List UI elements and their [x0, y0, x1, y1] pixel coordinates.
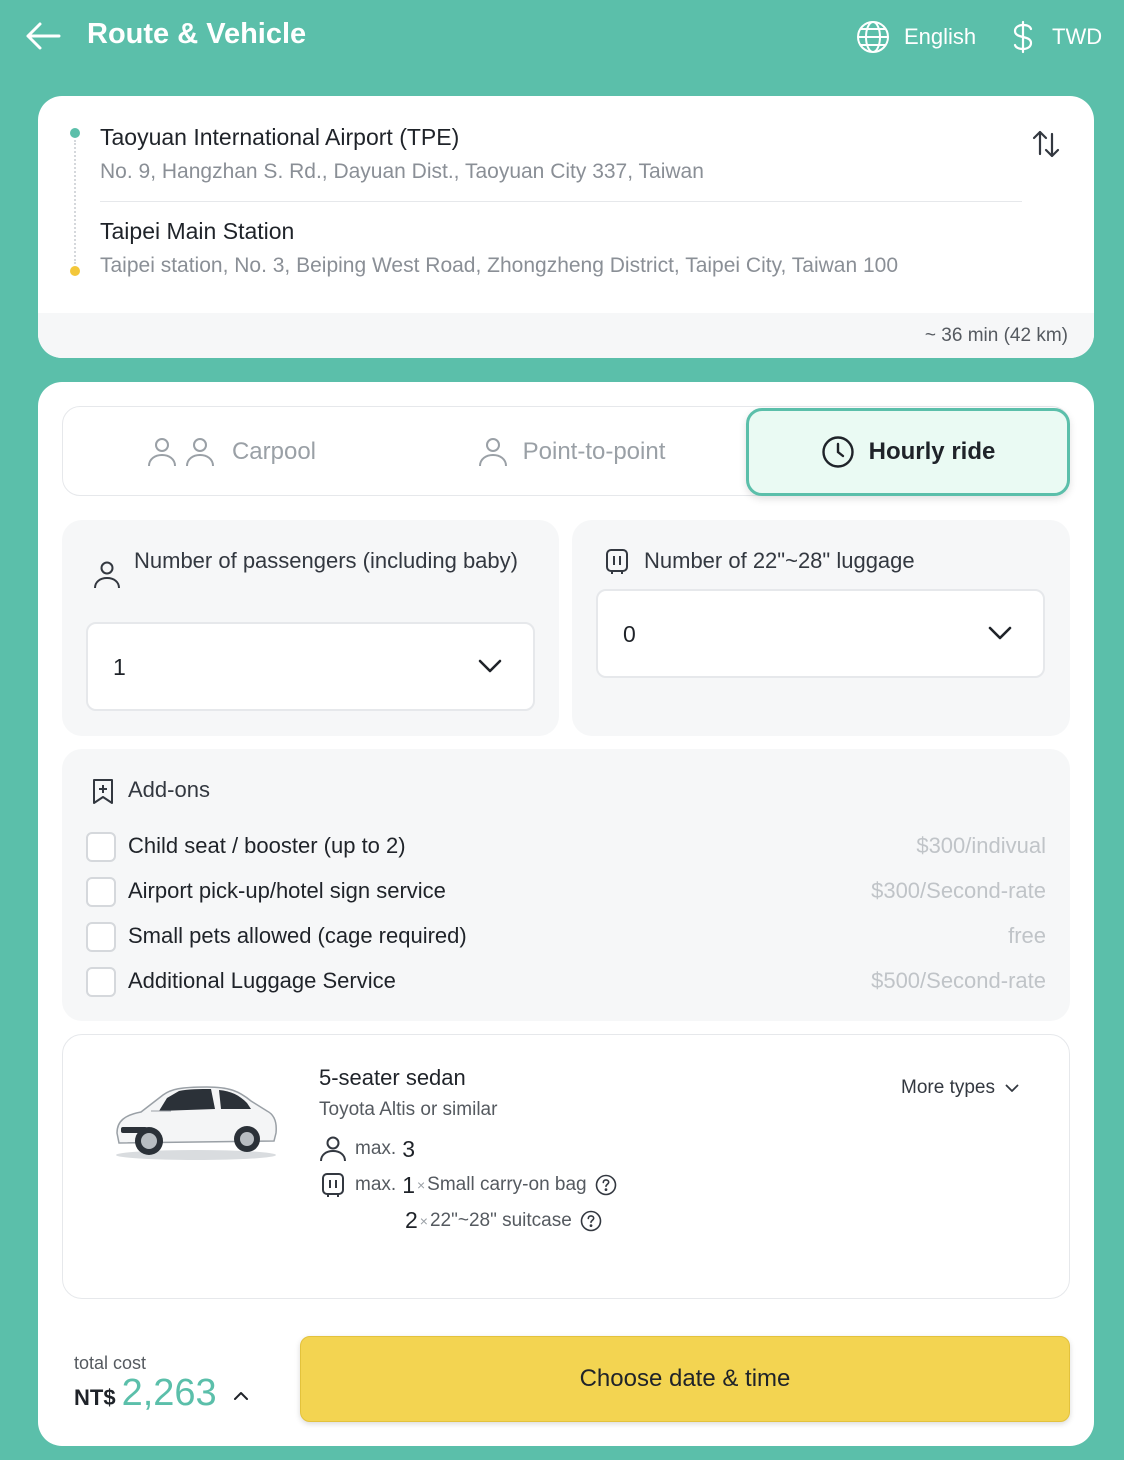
luggage-type: 22"~28" suitcase — [429, 1209, 572, 1231]
destination-dot — [70, 266, 80, 276]
addon-checkbox[interactable] — [86, 877, 116, 907]
dollar-icon — [1013, 20, 1033, 54]
max-passengers-row: max. 3 — [319, 1135, 417, 1163]
max-label: max. — [355, 1138, 397, 1159]
luggage-panel: Number of 22"~28" luggage 0 — [572, 520, 1070, 736]
person-icon — [320, 1136, 346, 1162]
tab-carpool[interactable]: Carpool — [63, 407, 399, 497]
addon-label: Child seat / booster (up to 2) — [128, 833, 406, 858]
luggage-select[interactable]: 0 — [596, 589, 1045, 678]
total-cost-label: total cost — [74, 1353, 147, 1373]
destination-address[interactable]: Taipei station, No. 3, Beiping West Road… — [100, 254, 898, 278]
chevron-up-icon[interactable] — [233, 1391, 249, 1401]
addon-child-seat[interactable]: Child seat / booster (up to 2) $300/indi… — [86, 827, 1046, 867]
more-types-label: More types — [901, 1077, 995, 1098]
addon-label: Small pets allowed (cage required) — [128, 923, 467, 948]
origin-name[interactable]: Taoyuan International Airport (TPE) — [100, 124, 459, 151]
vehicle-name: 5-seater sedan — [319, 1065, 466, 1090]
tab-point-to-point[interactable]: Point-to-point — [403, 407, 739, 497]
globe-icon — [857, 21, 889, 53]
sedan-car-image — [116, 1086, 277, 1160]
route-connector — [74, 140, 76, 264]
chevron-down-icon — [988, 626, 1012, 640]
suitcase-icon — [322, 1173, 344, 1197]
luggage-count: 1 — [402, 1171, 415, 1198]
luggage-count: 2 — [405, 1207, 418, 1233]
max-passengers: 3 — [402, 1135, 415, 1162]
luggage-type: Small carry-on bag — [427, 1174, 587, 1195]
route-divider — [100, 201, 1022, 202]
addon-price: $300/Second-rate — [871, 878, 1046, 903]
chevron-down-icon — [1005, 1084, 1019, 1092]
addon-luggage-service[interactable]: Additional Luggage Service $500/Second-r… — [86, 962, 1046, 1002]
swap-icon[interactable] — [1030, 128, 1062, 160]
language-selector[interactable]: English — [856, 20, 976, 54]
max-label: max. — [355, 1174, 397, 1195]
addon-price: $300/indivual — [916, 833, 1046, 858]
addon-checkbox[interactable] — [86, 832, 116, 862]
booking-card: Carpool Point-to-point Hourly ride Numbe… — [38, 382, 1094, 1446]
language-label: English — [904, 24, 977, 49]
tab-hourly-ride-label: Hourly ride — [868, 438, 996, 465]
max-luggage-row: max. 1 × Small carry-on bag — [319, 1171, 617, 1199]
carpool-icon — [147, 438, 214, 467]
addons-title: Add-ons — [128, 777, 210, 802]
suitcase-row: 2 × 22"~28" suitcase — [403, 1207, 602, 1234]
luggage-value: 0 — [623, 621, 636, 647]
origin-address[interactable]: No. 9, Hangzhan S. Rd., Dayuan Dist., Ta… — [100, 160, 704, 184]
suitcase-icon — [606, 549, 628, 574]
total-amount: 2,263 — [121, 1372, 217, 1414]
question-circle-icon[interactable] — [580, 1210, 602, 1232]
addon-label: Airport pick-up/hotel sign service — [128, 878, 446, 903]
currency-selector[interactable]: TWD — [1008, 20, 1102, 54]
passengers-panel: Number of passengers (including baby) 1 — [62, 520, 559, 736]
passengers-value: 1 — [113, 654, 126, 680]
back-arrow-icon[interactable] — [24, 20, 62, 52]
currency-code: NT$ — [74, 1385, 116, 1410]
choose-date-time-button[interactable]: Choose date & time — [300, 1336, 1070, 1422]
addon-sign-service[interactable]: Airport pick-up/hotel sign service $300/… — [86, 872, 1046, 912]
app-header: Route & Vehicle English TWD — [0, 0, 1124, 72]
vehicle-model: Toyota Altis or similar — [319, 1099, 498, 1120]
addon-small-pets[interactable]: Small pets allowed (cage required) free — [86, 917, 1046, 957]
destination-name[interactable]: Taipei Main Station — [100, 218, 294, 245]
total-cost: NT$ 2,263 — [74, 1372, 249, 1415]
chevron-down-icon — [478, 659, 502, 673]
passengers-label: Number of passengers (including baby) — [134, 548, 518, 573]
addons-panel: Add-ons Child seat / booster (up to 2) $… — [62, 749, 1070, 1021]
tab-point-to-point-label: Point-to-point — [522, 438, 666, 465]
vehicle-card[interactable]: 5-seater sedan Toyota Altis or similar M… — [62, 1034, 1070, 1299]
more-types-button[interactable]: More types — [901, 1077, 1019, 1099]
addon-price: $500/Second-rate — [871, 968, 1046, 993]
addon-price: free — [1008, 923, 1046, 948]
tab-hourly-ride[interactable]: Hourly ride — [746, 408, 1070, 496]
luggage-label: Number of 22"~28" luggage — [644, 548, 915, 573]
times-sign: × — [419, 1212, 428, 1229]
person-icon — [94, 561, 120, 589]
clock-icon — [821, 436, 854, 468]
addon-checkbox[interactable] — [86, 922, 116, 952]
route-card: Taoyuan International Airport (TPE) No. … — [38, 96, 1094, 358]
ride-mode-tabs: Carpool Point-to-point Hourly ride — [62, 406, 1070, 496]
route-duration: ~ 36 min (42 km) — [924, 325, 1068, 346]
times-sign: × — [416, 1177, 426, 1193]
route-summary: ~ 36 min (42 km) — [38, 313, 1094, 358]
currency-label: TWD — [1052, 24, 1103, 49]
question-circle-icon[interactable] — [595, 1174, 617, 1196]
person-icon — [478, 438, 507, 467]
bookmark-plus-icon — [93, 779, 113, 804]
origin-dot — [70, 128, 80, 138]
addon-checkbox[interactable] — [86, 967, 116, 997]
page-title: Route & Vehicle — [87, 18, 307, 50]
addon-label: Additional Luggage Service — [128, 968, 396, 993]
passengers-select[interactable]: 1 — [86, 622, 535, 711]
tab-carpool-label: Carpool — [231, 438, 317, 465]
